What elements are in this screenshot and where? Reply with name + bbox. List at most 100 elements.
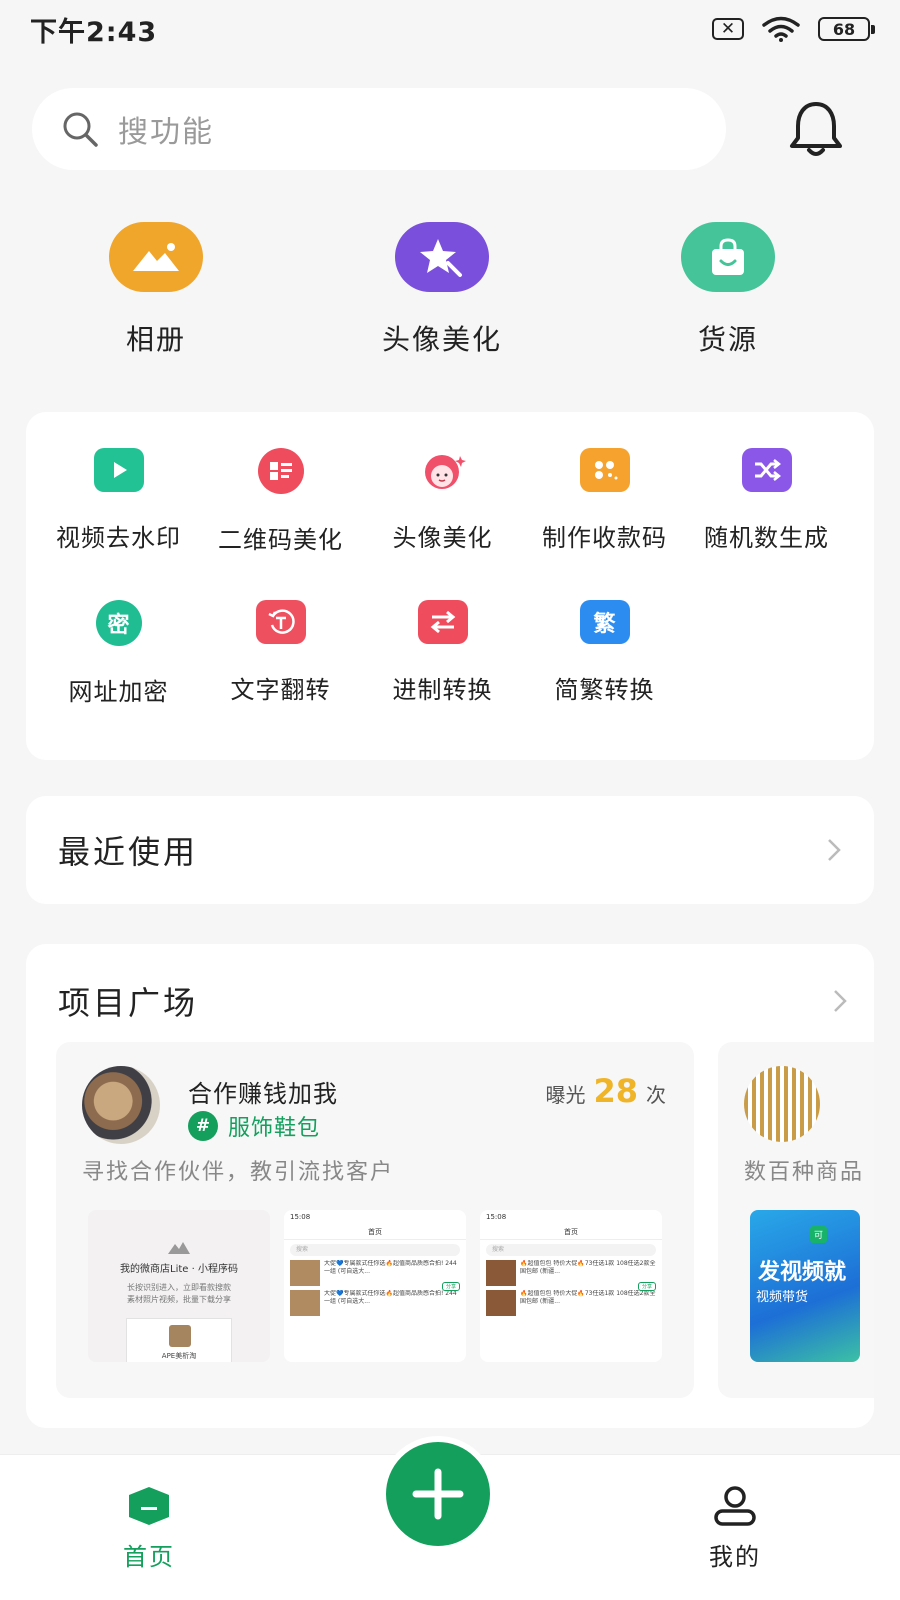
status-bar: 下午2:43 ✕ 68 — [0, 0, 900, 58]
project-description: 数百种商品 — [744, 1160, 865, 1185]
qr-grid-icon — [257, 448, 304, 494]
swap-arrows-icon — [417, 600, 468, 644]
home-hexagon-icon — [129, 1487, 169, 1525]
girl-face-icon — [418, 448, 468, 492]
mini-search: 搜索 — [290, 1244, 460, 1256]
mini-status: 15:08 — [480, 1210, 662, 1224]
mini-text: 大促💙专属款式任你选🔥超值商品质感合拍! 244一组 (可自选大... — [324, 1290, 457, 1305]
tool-random-number[interactable]: 随机数生成 — [684, 448, 849, 553]
user-icon — [714, 1486, 756, 1526]
battery-icon: 68 — [818, 17, 875, 41]
project-tag: # 服饰鞋包 — [188, 1110, 320, 1142]
plus-icon — [412, 1468, 464, 1520]
mini-image — [290, 1260, 320, 1286]
mountain-icon — [168, 1242, 190, 1254]
status-icons: ✕ 68 — [712, 16, 875, 42]
status-time: 下午2:43 — [30, 16, 158, 48]
mini-row: 🔥超值包包 特价大促🔥73任选1款 108任选2款全国包邮 (新疆... — [486, 1260, 656, 1286]
tool-payment-code[interactable]: 制作收款码 — [522, 448, 687, 553]
project-image[interactable]: 我的微商店Lite · 小程序码 长按识别进入，立即看款搜款 素材照片视频，批量… — [88, 1210, 270, 1362]
tool-label: 随机数生成 — [704, 524, 829, 552]
project-tile[interactable]: 合作赚钱加我 # 服饰鞋包 曝光 28 次 寻找合作伙伴，教引流找客户 我的微商… — [56, 1042, 694, 1398]
project-tag-text: 服饰鞋包 — [228, 1116, 321, 1141]
tool-qr-beautify[interactable]: 二维码美化 — [198, 448, 363, 555]
project-tile[interactable]: 数百种商品 可 发视频就 视频带货 — [718, 1042, 874, 1398]
quick-action-album[interactable]: 相册 — [66, 222, 246, 358]
tool-label: 头像美化 — [392, 524, 493, 552]
thumb-subtitle-line: 长按识别进入，立即看款搜款 — [127, 1283, 231, 1292]
mini-status: 15:08 — [284, 1210, 466, 1224]
tool-avatar-beautify[interactable]: 头像美化 — [360, 448, 525, 553]
nav-mine-label: 我的 — [709, 1543, 761, 1571]
mini-row: 大促💙专属款式任你选🔥超值商品质感合拍! 244一组 (可自选大... — [290, 1290, 460, 1316]
tool-label: 网址加密 — [68, 678, 169, 706]
thumb-subtitle: 长按识别进入，立即看款搜款 素材照片视频，批量下载分享 — [88, 1282, 270, 1306]
quick-action-label: 相册 — [125, 323, 186, 356]
nav-home-label: 首页 — [123, 1543, 175, 1571]
lock-text-icon: 密 — [95, 600, 142, 646]
quick-action-supply[interactable]: 货源 — [638, 222, 818, 358]
traditional-char-icon: 繁 — [579, 600, 630, 644]
tool-video-watermark[interactable]: 视频去水印 — [36, 448, 201, 553]
thumb-title: 我的微商店Lite · 小程序码 — [120, 1264, 238, 1275]
recent-used-row[interactable]: 最近使用 — [26, 796, 874, 904]
quick-action-label: 头像美化 — [381, 323, 502, 356]
wifi-icon — [762, 16, 800, 42]
add-button[interactable] — [380, 1436, 496, 1552]
nav-mine[interactable]: 我的 — [660, 1485, 810, 1572]
thumb-mini-card: APE美析淘 — [126, 1318, 232, 1362]
quick-action-avatar-beautify[interactable]: 头像美化 — [352, 222, 532, 358]
mini-share-button: 分享 — [638, 1282, 656, 1291]
search-row: 搜功能 — [0, 88, 900, 170]
text-rotate-icon — [255, 600, 306, 644]
project-description: 寻找合作伙伴，教引流找客户 — [82, 1160, 395, 1185]
nav-home[interactable]: 首页 — [74, 1485, 224, 1572]
search-icon — [63, 112, 98, 147]
tool-label: 制作收款码 — [542, 524, 667, 552]
project-title: 合作赚钱加我 — [188, 1080, 338, 1108]
mountain-photo-icon — [109, 222, 203, 292]
tool-label: 进制转换 — [392, 676, 493, 704]
tool-text-flip[interactable]: 文字翻转 — [198, 600, 363, 705]
projects-title: 项目广场 — [58, 984, 199, 1022]
mini-image — [486, 1260, 516, 1286]
recent-title: 最近使用 — [58, 833, 199, 871]
thumb-mini-avatar — [169, 1325, 191, 1347]
mini-text: 大促💙专属款式任你选🔥超值商品质感合拍! 244一组 (可自选大... — [324, 1260, 457, 1275]
tool-url-encrypt[interactable]: 密 网址加密 — [36, 600, 201, 707]
projects-header[interactable]: 项目广场 — [58, 978, 848, 1024]
mini-image — [486, 1290, 516, 1316]
mini-time: 15:08 — [486, 1213, 507, 1221]
tool-simplified-traditional[interactable]: 繁 简繁转换 — [522, 600, 687, 705]
banner-subline: 视频带货 — [756, 1290, 809, 1305]
project-avatar — [82, 1066, 160, 1144]
tool-base-convert[interactable]: 进制转换 — [360, 600, 525, 705]
bell-icon[interactable] — [784, 98, 848, 162]
mini-share-button: 分享 — [442, 1282, 460, 1291]
project-image[interactable]: 15:08 首页 搜索 大促💙专属款式任你选🔥超值商品质感合拍! 244一组 (… — [284, 1210, 466, 1362]
hashtag-icon: # — [188, 1111, 218, 1141]
search-placeholder: 搜功能 — [118, 115, 214, 150]
search-input[interactable]: 搜功能 — [32, 88, 726, 170]
quick-actions: 相册 头像美化 货源 — [0, 222, 900, 362]
mini-text: 🔥超值包包 特价大促🔥73任选1款 108任选2款全国包邮 (新疆... — [520, 1260, 656, 1275]
tool-label: 简繁转换 — [554, 676, 655, 704]
banner-headline: 发视频就 — [758, 1260, 847, 1285]
mini-row: 🔥超值包包 特价大促🔥73任选1款 108任选2款全国包邮 (新疆... — [486, 1290, 656, 1316]
no-sim-icon: ✕ — [712, 18, 744, 40]
exposure-suffix: 次 — [646, 1083, 666, 1107]
mini-image — [290, 1290, 320, 1316]
quick-action-label: 货源 — [697, 323, 758, 356]
project-image[interactable]: 15:08 首页 搜索 🔥超值包包 特价大促🔥73任选1款 108任选2款全国包… — [480, 1210, 662, 1362]
play-icon — [93, 448, 144, 492]
mini-text: 🔥超值包包 特价大促🔥73任选1款 108任选2款全国包邮 (新疆... — [520, 1290, 656, 1305]
project-banner: 可 发视频就 视频带货 — [750, 1210, 860, 1362]
exposure-prefix: 曝光 — [545, 1083, 586, 1107]
mini-search: 搜索 — [486, 1244, 656, 1256]
shopping-bag-icon — [681, 222, 775, 292]
mini-nav: 首页 — [480, 1224, 662, 1240]
tool-label: 文字翻转 — [230, 676, 331, 704]
tool-label: 二维码美化 — [218, 526, 343, 554]
banner-badge: 可 — [810, 1226, 828, 1243]
payment-code-icon — [579, 448, 630, 492]
